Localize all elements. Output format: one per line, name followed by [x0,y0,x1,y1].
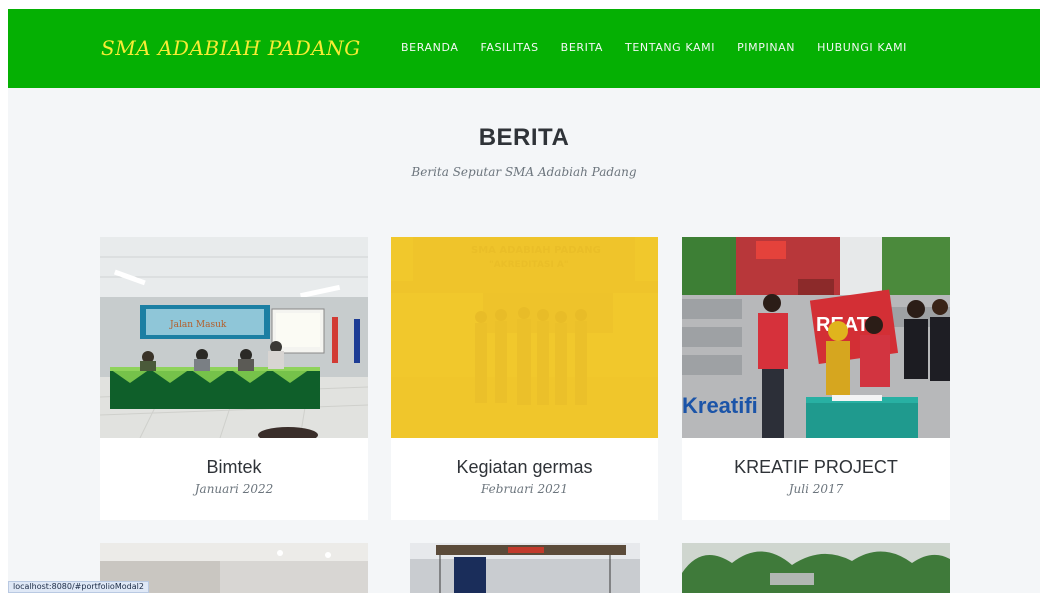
nav-link-fasilitas[interactable]: FASILITAS [480,41,538,54]
section-title: BERITA [478,124,570,151]
nav-link-hubungi-kami[interactable]: HUBUNGI KAMI [817,41,907,54]
card-title: KREATIF PROJECT [734,457,898,477]
portfolio-card-bimtek[interactable]: Jalan Masuk Bimtek Januari 2022 [100,237,368,520]
nav-links: BERANDA FASILITAS BERITA TENTANG KAMI PI… [401,41,929,54]
navbar: SMA ADABIAH PADANG BERANDA FASILITAS BER… [8,9,1040,88]
portfolio-card-kegiatan-germas[interactable]: SMA ADABIAH PADANG "AKREDITASI A" [391,237,658,520]
svg-text:Jalan Masuk: Jalan Masuk [169,320,227,330]
section-subtitle: Berita Seputar SMA Adabiah Padang [411,165,637,179]
card-date: Juli 2017 [788,482,844,496]
card-date: Januari 2022 [194,482,274,496]
berita-section: BERITA Berita Seputar SMA Adabiah Padang… [8,88,1040,593]
portfolio-card-kreatif-project[interactable]: Kreatifi REAT KREATIF PROJECT Juli 2017 [682,237,950,520]
portfolio-card-row2-2[interactable] [410,543,640,593]
brand-logo-link[interactable]: SMA ADABIAH PADANG [101,36,361,60]
nav-link-berita[interactable]: BERITA [561,41,603,54]
building-photo [410,543,640,593]
card-title: Bimtek [206,457,262,477]
school-front-photo-hover-overlay: SMA ADABIAH PADANG "AKREDITASI A" [391,237,658,438]
card-title: Kegiatan germas [456,457,593,477]
nav-link-beranda[interactable]: BERANDA [401,41,458,54]
nav-link-tentang-kami[interactable]: TENTANG KAMI [625,41,715,54]
card-date: Februari 2021 [481,482,568,496]
meeting-room-photo: Jalan Masuk [100,237,368,438]
nav-link-pimpinan[interactable]: PIMPINAN [737,41,795,54]
svg-text:Kreatifi: Kreatifi [682,393,758,418]
signing-event-photo: Kreatifi REAT [682,237,950,438]
status-bar-url: localhost:8080/#portfolioModal2 [8,581,149,593]
trees-photo [682,543,950,593]
portfolio-card-row2-3[interactable] [682,543,950,593]
